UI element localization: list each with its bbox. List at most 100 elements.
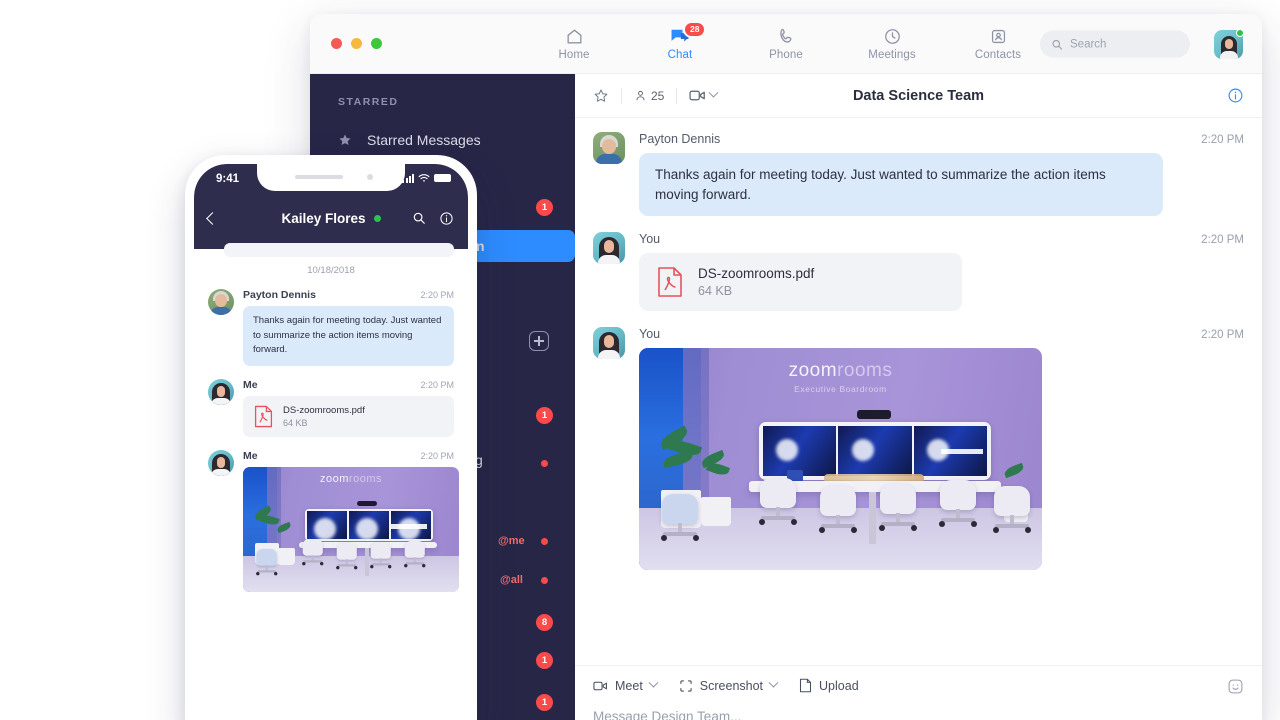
chevron-down-icon[interactable] xyxy=(768,677,779,688)
phone-message-list[interactable]: 10/18/2018 Payton Dennis 2:20 PM Thanks … xyxy=(194,243,468,720)
header-divider-1 xyxy=(621,87,622,104)
phone-message-sender: Payton Dennis xyxy=(243,289,316,301)
avatar-me[interactable] xyxy=(208,379,234,406)
chat-unread-badge: 28 xyxy=(683,21,707,39)
search-input[interactable]: Search xyxy=(1040,30,1190,58)
avatar-payton-dennis[interactable] xyxy=(208,289,234,315)
phone-image-brand-primary: zoom xyxy=(320,473,349,486)
phone-screen: 9:41 Kailey Flores 10/18/2018 Payton Den… xyxy=(194,164,468,720)
plus-square-icon[interactable] xyxy=(529,331,549,351)
sidebar-unread-dot-1 xyxy=(541,460,548,467)
wifi-icon xyxy=(418,173,430,183)
nav-label-phone: Phone xyxy=(769,49,803,61)
phone-handset-icon xyxy=(777,26,796,46)
screenshot-button[interactable]: Screenshot xyxy=(679,677,779,693)
chat-info-button[interactable] xyxy=(1227,87,1244,104)
home-icon xyxy=(565,26,584,46)
back-button[interactable] xyxy=(206,211,219,225)
phone-search-button[interactable] xyxy=(412,211,426,225)
message-input[interactable]: Message Design Team... xyxy=(593,709,1244,720)
screenshot-stage: Home 28 Chat Phone Meetings Contacts Sea… xyxy=(0,0,1280,720)
signal-bars-icon xyxy=(402,173,414,183)
phone-message-item: Payton Dennis 2:20 PM Thanks again for m… xyxy=(208,289,454,367)
message-item: You 2:20 PM zoomrooms Executive Boardroo… xyxy=(593,327,1244,571)
nav-label-home: Home xyxy=(558,49,590,61)
phone-header-row: Kailey Flores xyxy=(194,200,468,236)
nav-item-contacts[interactable]: Contacts xyxy=(967,26,1029,61)
sidebar-item-starred-messages[interactable]: Starred Messages xyxy=(310,120,575,160)
phone-message-item: Me 2:20 PM zoomrooms xyxy=(208,450,459,593)
sidebar-badge-4: 1 xyxy=(536,694,553,711)
contact-card-icon xyxy=(989,26,1008,46)
pdf-file-icon xyxy=(254,405,273,428)
emoji-picker-button[interactable] xyxy=(1227,678,1244,695)
nav-label-meetings: Meetings xyxy=(868,49,916,61)
member-count-button[interactable]: 25 xyxy=(634,89,664,103)
nav-item-home[interactable]: Home xyxy=(543,26,605,61)
chat-header: 25 Data Science Team xyxy=(575,74,1262,118)
message-composer: Meet Screenshot Upload Message Design Te… xyxy=(575,665,1262,720)
chat-panel: 25 Data Science Team Payton Dennis 2:20 … xyxy=(575,74,1262,720)
phone-image-brand-secondary: rooms xyxy=(348,473,382,486)
message-time: 2:20 PM xyxy=(1201,234,1244,247)
phone-message-bubble[interactable]: Thanks again for meeting today. Just wan… xyxy=(243,306,454,367)
message-sender: You xyxy=(639,327,661,342)
phone-message-time: 2:20 PM xyxy=(420,290,454,300)
avatar-me[interactable] xyxy=(208,450,234,477)
star-outline-icon[interactable] xyxy=(593,88,609,104)
phone-message-sender: Me xyxy=(243,450,258,463)
phone-notch xyxy=(257,164,405,191)
close-window-button[interactable] xyxy=(331,38,342,49)
file-attachment[interactable]: DS-zoomrooms.pdf 64 KB xyxy=(639,253,962,312)
sidebar-unread-dot-2 xyxy=(541,538,548,545)
upload-label: Upload xyxy=(819,678,859,693)
image-brand-secondary: rooms xyxy=(837,360,893,382)
image-attachment-zoom-rooms[interactable]: zoomrooms Executive Boardroom xyxy=(639,348,1042,571)
phone-message-item: Me 2:20 PM DS-zoomrooms.pdf 64 KB xyxy=(208,379,454,438)
phone-file-attachment[interactable]: DS-zoomrooms.pdf 64 KB xyxy=(243,396,454,438)
member-count-value: 25 xyxy=(651,88,665,103)
start-video-button[interactable] xyxy=(689,87,719,102)
upload-button[interactable]: Upload xyxy=(799,678,859,693)
mobile-phone-mockup: 9:41 Kailey Flores 10/18/2018 Payton Den… xyxy=(185,155,477,720)
phone-nav-bar: 9:41 Kailey Flores xyxy=(194,164,468,249)
phone-presence-dot xyxy=(373,214,381,222)
file-size: 64 KB xyxy=(698,284,733,299)
message-list[interactable]: Payton Dennis 2:20 PM Thanks again for m… xyxy=(575,118,1262,665)
nav-label-chat: Chat xyxy=(667,49,693,61)
sidebar-section-starred: STARRED xyxy=(338,96,399,108)
meet-button[interactable]: Meet xyxy=(593,677,659,693)
nav-item-chat[interactable]: 28 Chat xyxy=(649,21,711,61)
sidebar-badge-2: 1 xyxy=(536,407,553,424)
avatar-payton-dennis[interactable] xyxy=(593,132,625,164)
sidebar-label-starred-messages: Starred Messages xyxy=(367,132,481,148)
image-brand-subtitle: Executive Boardroom xyxy=(794,384,887,395)
avatar-you[interactable] xyxy=(593,232,625,265)
maximize-window-button[interactable] xyxy=(371,38,382,49)
phone-previous-message-peek xyxy=(224,243,454,257)
avatar-you[interactable] xyxy=(593,327,625,360)
search-placeholder: Search xyxy=(1070,38,1107,50)
header-divider-2 xyxy=(676,87,678,104)
meet-label: Meet xyxy=(615,678,643,693)
window-titlebar: Home 28 Chat Phone Meetings Contacts Sea… xyxy=(310,14,1262,74)
message-time: 2:20 PM xyxy=(1201,134,1244,146)
message-bubble[interactable]: Thanks again for meeting today. Just wan… xyxy=(639,153,1163,217)
sidebar-mention-me: @me xyxy=(498,535,525,547)
phone-info-button[interactable] xyxy=(439,211,454,226)
phone-file-name: DS-zoomrooms.pdf xyxy=(283,405,365,417)
nav-label-contacts: Contacts xyxy=(974,49,1022,61)
minimize-window-button[interactable] xyxy=(351,38,362,49)
phone-message-time: 2:20 PM xyxy=(420,380,454,391)
chevron-down-icon[interactable] xyxy=(648,677,659,688)
nav-item-meetings[interactable]: Meetings xyxy=(861,26,923,61)
pdf-file-icon xyxy=(657,266,683,298)
nav-item-phone[interactable]: Phone xyxy=(755,26,817,61)
battery-icon xyxy=(434,174,451,182)
screenshot-label: Screenshot xyxy=(699,678,764,693)
sidebar-badge-3: 1 xyxy=(536,652,553,669)
message-sender: Payton Dennis xyxy=(639,132,721,146)
star-icon xyxy=(338,133,352,147)
chevron-down-icon xyxy=(708,87,719,98)
phone-image-attachment-zoom-rooms[interactable]: zoomrooms xyxy=(243,467,459,593)
